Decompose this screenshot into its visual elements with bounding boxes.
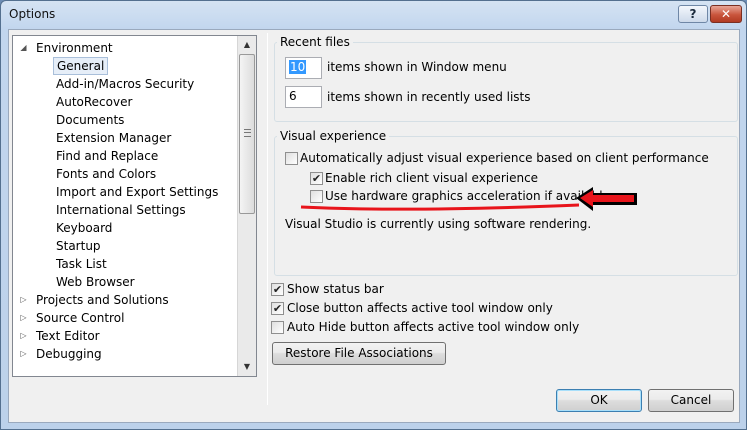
annotation-arrow-icon <box>576 187 637 211</box>
annotation-underline <box>300 203 580 211</box>
annotation-overlay <box>300 187 637 211</box>
options-dialog: Options ? ✕ ◢ Environment General Add-in/Ma… <box>0 0 747 430</box>
